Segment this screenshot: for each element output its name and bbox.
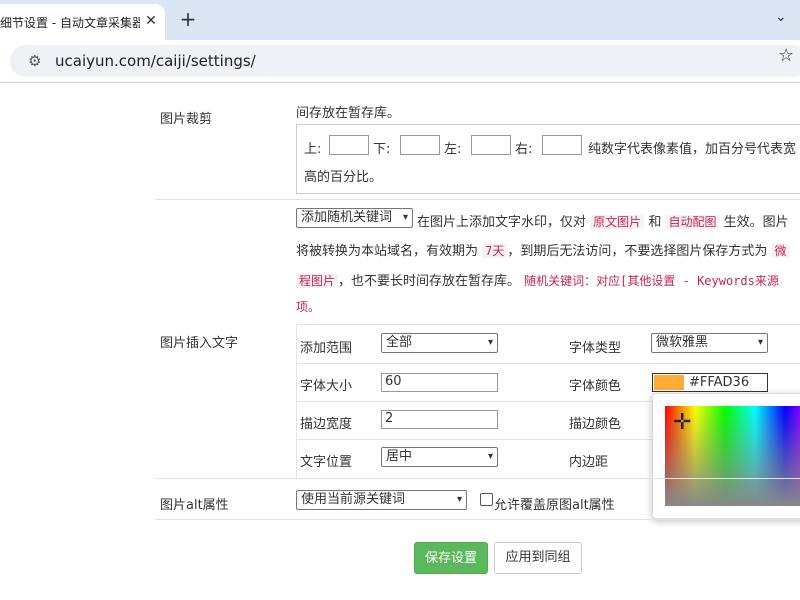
col-divider — [296, 324, 297, 478]
desc-part: 生效。图片 — [723, 215, 789, 230]
padding-label: 内边距 — [569, 455, 609, 470]
font-type-value: 微软雅黑 — [656, 335, 709, 350]
desc-code: 程图片 — [296, 274, 339, 288]
crop-hint-2: 高的百分比。 — [304, 170, 383, 185]
tab-title: 细节设置 - 自动文章采集器 — [0, 16, 140, 30]
chevron-down-icon: ▾ — [487, 337, 493, 348]
crop-right-label: 右: — [515, 142, 533, 157]
crop-bottom-input[interactable] — [400, 135, 440, 155]
apply-to-group-button[interactable]: 应用到同组 — [494, 542, 582, 574]
alt-label: 图片alt属性 — [160, 498, 229, 513]
watermark-mode-select[interactable]: 添加随机关键词 ▾ — [296, 208, 413, 228]
crop-label: 图片裁剪 — [160, 112, 213, 127]
days-code: 7天 — [482, 244, 508, 258]
alt-override-checkbox[interactable] — [480, 493, 493, 506]
crop-hint: 纯数字代表像素值，加百分号代表宽 — [588, 142, 797, 157]
position-label: 文字位置 — [300, 455, 353, 470]
desc-part: ，到期后无法访问，不要选择图片保存方式为 — [507, 244, 768, 259]
address-bar[interactable]: ⚙ ucaiyun.com/caiji/settings/ — [10, 45, 800, 77]
browser-tab[interactable]: 细节设置 - 自动文章采集器 ✕ — [0, 4, 165, 40]
crop-top-input[interactable] — [329, 135, 369, 155]
chevron-down-icon: ▾ — [402, 212, 408, 223]
chevron-down-icon: ▾ — [487, 451, 493, 462]
alt-select[interactable]: 使用当前源关键词 ▾ — [296, 490, 467, 510]
crop-desc-tail: 间存放在暂存库。 — [296, 106, 401, 121]
row-divider — [155, 519, 800, 520]
crop-bottom-label: 下: — [373, 142, 391, 157]
font-size-label: 字体大小 — [300, 379, 353, 394]
auto-image-code: 自动配图 — [665, 215, 720, 229]
save-button[interactable]: 保存设置 — [414, 542, 488, 574]
watermark-mode-value: 添加随机关键词 — [301, 210, 393, 225]
orig-image-code: 原文图片 — [590, 215, 645, 229]
font-color-input[interactable]: #FFAD36 — [652, 373, 768, 392]
crop-left-input[interactable] — [471, 135, 511, 155]
clipped-text-fragment: ········································… — [296, 82, 566, 89]
stroke-width-input[interactable]: 2 — [381, 410, 498, 429]
url-text[interactable]: ucaiyun.com/caiji/settings/ — [55, 52, 256, 70]
color-swatch — [654, 375, 684, 390]
font-size-input[interactable]: 60 — [381, 373, 498, 392]
range-label: 添加范围 — [300, 341, 353, 356]
site-settings-icon[interactable]: ⚙ — [28, 52, 41, 70]
watermark-desc-line1: 在图片上添加文字水印，仅对 原文图片 和 自动配图 生效。图片 — [417, 211, 789, 230]
browser-tab-bar: 细节设置 - 自动文章采集器 ✕ + ⌄ — [0, 0, 800, 40]
crop-right-input[interactable] — [542, 135, 582, 155]
range-value: 全部 — [386, 335, 413, 350]
close-icon[interactable]: ✕ — [142, 12, 160, 30]
font-type-label: 字体类型 — [569, 341, 622, 356]
alt-value: 使用当前源关键词 — [301, 492, 406, 507]
alt-override-label: 允许覆盖原图alt属性 — [494, 498, 615, 513]
position-value: 居中 — [386, 449, 413, 464]
row-divider — [296, 363, 800, 364]
watermark-label: 图片插入文字 — [160, 336, 239, 351]
row-divider — [155, 478, 800, 479]
position-select[interactable]: 居中 ▾ — [381, 447, 498, 467]
stroke-color-label: 描边颜色 — [569, 417, 622, 432]
font-type-select[interactable]: 微软雅黑 ▾ — [651, 333, 768, 353]
watermark-desc-line2: 将被转换为本站域名，有效期为 7天 ，到期后无法访问，不要选择图片保存方式为 微 — [296, 240, 790, 259]
crop-left-label: 左: — [444, 142, 462, 157]
chevron-down-icon[interactable]: ⌄ — [775, 9, 787, 25]
stroke-width-label: 描边宽度 — [300, 417, 353, 432]
keywords-code: 随机关键词：对应[其他设置 - Keywords来源 — [524, 274, 779, 288]
desc-part: 将被转换为本站域名，有效期为 — [296, 244, 479, 259]
bookmark-star-icon[interactable]: ☆ — [778, 45, 794, 66]
font-color-label: 字体颜色 — [569, 379, 622, 394]
chevron-down-icon: ▾ — [456, 494, 462, 505]
row-divider — [155, 199, 800, 200]
desc-code: 微 — [771, 244, 790, 258]
crop-top-label: 上: — [304, 142, 322, 157]
settings-page: ········································… — [0, 82, 800, 600]
color-picker-popover[interactable]: ✛ — [652, 393, 800, 519]
watermark-desc-line4: 项。 — [296, 300, 321, 314]
range-select[interactable]: 全部 ▾ — [381, 333, 498, 353]
desc-part: 和 — [648, 215, 662, 230]
desc-part: ，也不要长时间存放在暂存库。 — [338, 274, 521, 289]
crosshair-icon[interactable]: ✛ — [673, 412, 691, 434]
row-divider — [296, 324, 800, 325]
desc-part: 在图片上添加文字水印，仅对 — [417, 215, 587, 230]
chevron-down-icon: ▾ — [757, 337, 763, 348]
browser-toolbar: ⚙ ucaiyun.com/caiji/settings/ ☆ — [0, 40, 800, 83]
watermark-desc-line3: 程图片 ，也不要长时间存放在暂存库。 随机关键词：对应[其他设置 - Keywor… — [296, 270, 779, 289]
new-tab-button[interactable]: + — [177, 6, 199, 32]
font-color-hex: #FFAD36 — [689, 375, 750, 390]
